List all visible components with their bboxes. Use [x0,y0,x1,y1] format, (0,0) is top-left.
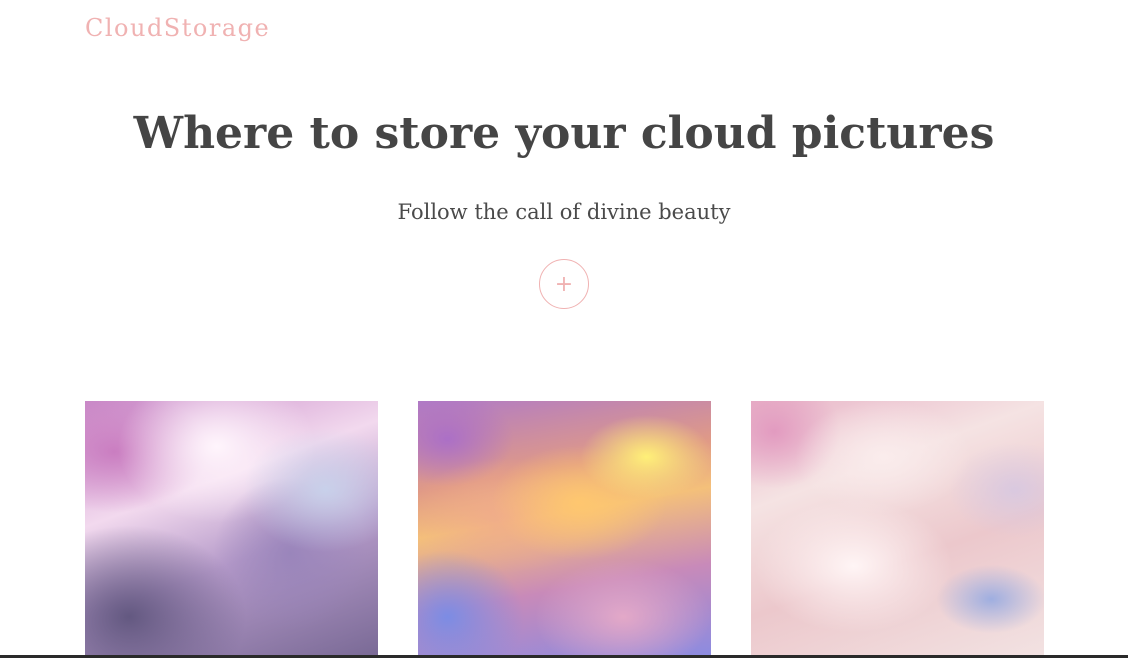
add-button[interactable]: + [539,259,589,309]
purple-cloud-image [85,401,378,655]
hero-title: Where to store your cloud pictures [133,108,995,159]
golden-cloud-image [418,401,711,655]
page: CloudStorage Where to store your cloud p… [0,0,1128,658]
image-gallery [85,401,1044,655]
pastel-cloud-image [751,401,1044,655]
gallery-card-2[interactable] [418,401,711,655]
brand-logo-link[interactable]: CloudStorage [85,14,270,42]
gallery-card-1[interactable] [85,401,378,655]
gallery-card-3[interactable] [751,401,1044,655]
hero-subtitle: Follow the call of divine beauty [397,200,731,224]
